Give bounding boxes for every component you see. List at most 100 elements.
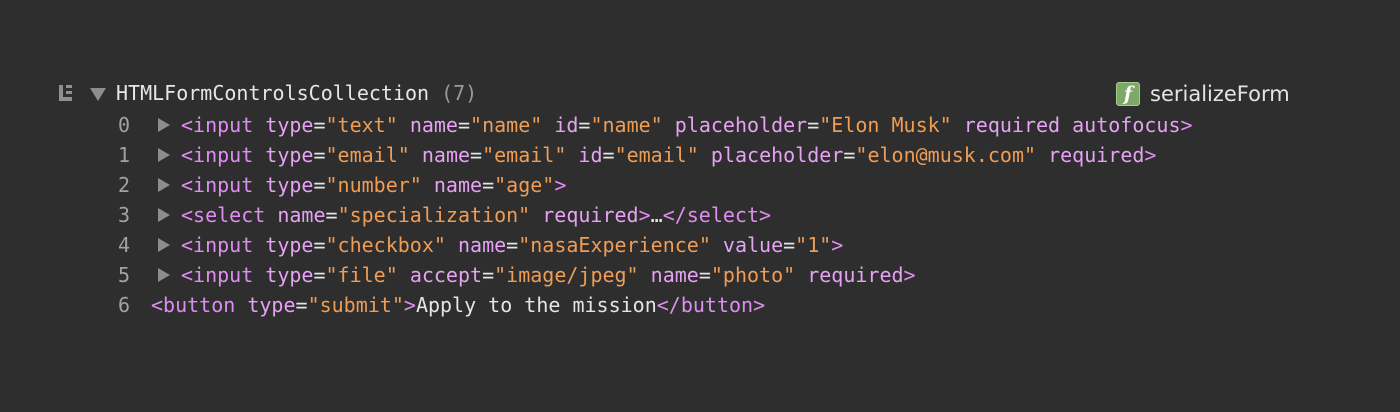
- markup-token-eq: =: [482, 263, 495, 287]
- markup-token-sp: [235, 293, 247, 317]
- markup-token-sp: [699, 143, 711, 167]
- markup-token-sp: [446, 233, 458, 257]
- markup-token-attr: name: [409, 113, 458, 137]
- item-index: 5: [118, 263, 131, 287]
- markup-token-sp: [410, 143, 422, 167]
- markup-token-sp: [566, 143, 578, 167]
- markup-token-sp: [253, 113, 265, 137]
- markup-token-attr: name: [457, 233, 507, 257]
- console-output: HTMLFormControlsCollection (7) f seriali…: [0, 0, 1400, 412]
- markup-token-attr: name: [421, 143, 471, 167]
- collection-header[interactable]: HTMLFormControlsCollection (7): [56, 78, 477, 108]
- markup-token-sp: [795, 263, 807, 287]
- markup-token-attr: name: [650, 263, 699, 287]
- expand-triangle-icon[interactable]: [158, 148, 170, 162]
- markup-token-attr: required: [1048, 143, 1145, 167]
- markup-token-tag: >: [1180, 113, 1193, 137]
- expand-triangle-icon[interactable]: [158, 238, 170, 252]
- markup-token-val: "checkbox": [325, 233, 446, 257]
- markup-token-txt: Apply to the mission: [415, 293, 657, 317]
- markup-token-sp: [398, 263, 410, 287]
- markup-token-val: "file": [325, 263, 398, 287]
- markup-token-val: "photo": [710, 263, 796, 287]
- markup-token-eq: =: [313, 263, 326, 287]
- markup-token-attr: required: [963, 113, 1061, 137]
- markup-token-val: "name": [590, 113, 663, 137]
- markup-token-sp: [398, 113, 410, 137]
- markup-token-attr: accept: [409, 263, 483, 287]
- markup-token-attr: type: [265, 263, 314, 287]
- item-index: 4: [118, 233, 131, 257]
- markup-token-tag: </button>: [656, 293, 766, 317]
- function-icon: f: [1116, 82, 1140, 106]
- markup-token-val: "Elon Musk": [819, 113, 952, 137]
- markup-token-val: "text": [325, 113, 398, 137]
- element-markup: <input type="email" name="email" id="ema…: [181, 143, 1156, 167]
- markup-token-sp: [530, 203, 542, 227]
- markup-token-val: "specialization": [337, 203, 531, 227]
- markup-token-attr: required: [807, 263, 904, 287]
- markup-token-attr: value: [722, 233, 784, 257]
- markup-token-tag: >: [554, 173, 567, 197]
- markup-token-sp: [265, 203, 277, 227]
- collection-count: (7): [441, 81, 478, 105]
- markup-token-eq: =: [313, 173, 326, 197]
- function-name: serializeForm: [1150, 82, 1290, 106]
- expand-triangle-icon[interactable]: [90, 87, 106, 101]
- markup-token-sp: [542, 113, 554, 137]
- markup-token-tag: <input: [181, 173, 254, 197]
- markup-token-sp: [422, 173, 434, 197]
- markup-token-eq: =: [313, 113, 326, 137]
- source-function-link[interactable]: f serializeForm: [1116, 80, 1290, 108]
- element-markup: <input type="file" accept="image/jpeg" n…: [181, 263, 916, 287]
- markup-token-tag: <select: [181, 203, 266, 227]
- markup-token-val: "email": [482, 143, 567, 167]
- markup-token-attr: type: [247, 293, 296, 317]
- markup-token-val: "image/jpeg": [494, 263, 639, 287]
- markup-token-tag: <input: [181, 263, 254, 287]
- markup-token-attr: placeholder: [710, 143, 844, 167]
- markup-token-attr: placeholder: [674, 113, 808, 137]
- markup-token-val: "nasaExperience": [518, 233, 711, 257]
- expand-triangle-icon[interactable]: [158, 208, 170, 222]
- markup-token-tag: >: [903, 263, 916, 287]
- markup-token-eq: =: [843, 143, 856, 167]
- markup-token-sp: [1060, 113, 1072, 137]
- markup-token-attr: type: [265, 143, 314, 167]
- element-markup: <select name="specialization" required>……: [181, 203, 771, 227]
- markup-token-sp: [253, 143, 265, 167]
- markup-token-eq: =: [295, 293, 308, 317]
- element-markup: <input type="checkbox" name="nasaExperie…: [181, 233, 843, 257]
- collection-name: HTMLFormControlsCollection: [116, 81, 430, 105]
- markup-token-attr: id: [578, 143, 603, 167]
- item-index: 3: [118, 203, 131, 227]
- markup-token-eq: =: [470, 143, 483, 167]
- markup-token-eq: =: [602, 143, 615, 167]
- markup-token-tag: >: [638, 203, 651, 227]
- markup-token-sp: [253, 233, 265, 257]
- markup-token-val: "number": [325, 173, 422, 197]
- markup-token-tag: >: [831, 233, 844, 257]
- markup-token-tag: </select>: [662, 203, 772, 227]
- element-markup: <input type="number" name="age">: [181, 173, 566, 197]
- markup-token-eq: =: [783, 233, 796, 257]
- markup-token-eq: =: [313, 143, 326, 167]
- markup-token-attr: type: [265, 173, 314, 197]
- markup-token-sp: [711, 233, 723, 257]
- markup-token-txt: …: [650, 203, 663, 227]
- item-index: 2: [118, 173, 131, 197]
- markup-token-tag: >: [1144, 143, 1157, 167]
- markup-token-eq: =: [807, 113, 820, 137]
- markup-token-tag: <input: [181, 143, 254, 167]
- markup-token-tag: <input: [181, 113, 254, 137]
- expand-triangle-icon[interactable]: [158, 178, 170, 192]
- markup-token-attr: id: [554, 113, 579, 137]
- markup-token-eq: =: [506, 233, 519, 257]
- markup-token-sp: [1036, 143, 1048, 167]
- markup-token-val: "email": [325, 143, 410, 167]
- element-markup: <input type="text" name="name" id="name"…: [181, 113, 1193, 137]
- markup-token-val: "elon@musk.com": [855, 143, 1037, 167]
- expand-triangle-icon[interactable]: [158, 268, 170, 282]
- markup-token-eq: =: [482, 173, 495, 197]
- expand-triangle-icon[interactable]: [158, 118, 170, 132]
